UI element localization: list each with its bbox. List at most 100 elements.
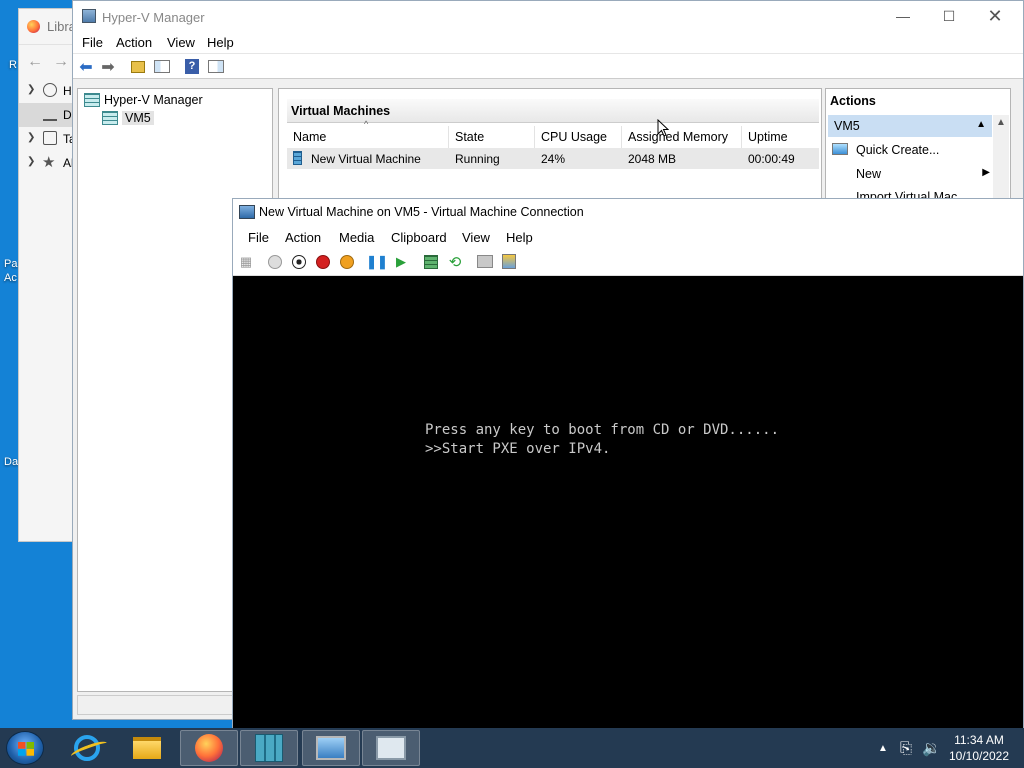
chevron-right-icon[interactable]: ❯ (27, 156, 35, 167)
menu-action[interactable]: Action (116, 35, 152, 50)
menu-file[interactable]: File (82, 35, 103, 50)
vm-state-cell: Running (455, 152, 500, 166)
turn-off-icon[interactable] (289, 252, 309, 271)
save-icon[interactable] (337, 252, 357, 271)
chevron-right-icon[interactable]: ❯ (27, 84, 35, 95)
close-button[interactable]: ✕ (972, 1, 1018, 31)
vm-connection-icon (316, 736, 346, 760)
library-item-label: D (63, 108, 72, 122)
vm-memory-cell: 2048 MB (628, 152, 677, 166)
hyperv-manager-icon (255, 734, 283, 762)
library-item-all-bookmarks[interactable]: ❯ ★ Al (19, 151, 79, 175)
taskbar-vm-connection[interactable] (302, 730, 360, 766)
vm-name-cell: New Virtual Machine (311, 152, 421, 166)
hyperv-manager-icon (84, 93, 100, 107)
hyperv-titlebar[interactable]: Hyper-V Manager — ☐ ✕ (73, 1, 1023, 31)
table-row[interactable]: New Virtual Machine Running 24% 2048 MB … (287, 148, 819, 169)
show-hidden-icons-button[interactable]: ▲ (878, 728, 888, 768)
help-icon[interactable]: ? (182, 57, 202, 76)
scroll-up-icon[interactable]: ▲ (996, 117, 1006, 128)
enhanced-session-icon[interactable] (475, 252, 495, 271)
tree-node-vm5[interactable]: VM5 (102, 109, 154, 127)
show-hide-action-pane-icon[interactable] (206, 57, 226, 76)
column-header-assigned-memory[interactable]: Assigned Memory (622, 126, 742, 148)
actions-title: Actions (830, 94, 876, 108)
clock-time: 11:34 AM (954, 733, 1004, 747)
library-titlebar[interactable]: Libra (19, 9, 77, 45)
desktop-label: R (9, 59, 17, 71)
collapse-icon[interactable]: ▲ (976, 119, 986, 130)
action-new[interactable]: New ▶ (828, 163, 992, 185)
start-icon[interactable] (265, 252, 285, 271)
forward-icon[interactable]: ➡ (98, 57, 118, 76)
firefox-icon (195, 734, 223, 762)
vm-connection-window[interactable]: New Virtual Machine on VM5 - Virtual Mac… (232, 198, 1024, 730)
taskbar-firefox[interactable] (180, 730, 238, 766)
quick-create-icon (832, 143, 848, 155)
actions-group-vm5[interactable]: VM5 ▲ (828, 115, 992, 137)
download-icon (43, 107, 57, 121)
console-line: >>Start PXE over IPv4. (425, 441, 611, 457)
maximize-button[interactable]: ☐ (926, 1, 972, 31)
revert-icon[interactable]: ⟲ (445, 252, 465, 271)
menu-help[interactable]: Help (506, 230, 533, 245)
checkpoint-icon[interactable] (421, 252, 441, 271)
taskbar-file-explorer[interactable] (118, 730, 176, 766)
shut-down-icon[interactable] (313, 252, 333, 271)
back-arrow-icon[interactable]: ← (27, 53, 43, 71)
up-folder-icon[interactable] (128, 57, 148, 76)
tree-node-hyperv-manager[interactable]: Hyper-V Manager (84, 91, 203, 109)
hyperv-app-icon (82, 9, 96, 23)
firefox-icon (27, 20, 40, 33)
menu-bar: File Action Media Clipboard View Help (233, 226, 1023, 249)
mouse-cursor-icon (657, 119, 669, 137)
menu-action[interactable]: Action (285, 230, 321, 245)
resume-icon[interactable]: ▶ (391, 252, 411, 271)
start-button[interactable] (6, 731, 44, 765)
console-line: Press any key to boot from CD or DVD....… (425, 422, 780, 438)
taskbar: ▲ ⎘ 🔉 11:34 AM 10/10/2022 (0, 728, 1024, 768)
action-label: Quick Create... (856, 143, 940, 157)
action-label: New (856, 167, 882, 181)
library-item-label: H (63, 84, 72, 98)
minimize-button[interactable]: — (880, 1, 926, 31)
windows-logo-icon (18, 742, 34, 756)
column-header-state[interactable]: State (449, 126, 535, 148)
system-clock[interactable]: 11:34 AM 10/10/2022 (944, 732, 1014, 764)
menu-file[interactable]: File (248, 230, 269, 245)
library-item-tags[interactable]: ❯ Ta (19, 127, 79, 151)
vm-cpu-cell: 24% (541, 152, 566, 166)
back-icon[interactable]: ⬅ (76, 57, 96, 76)
vmc-titlebar[interactable]: New Virtual Machine on VM5 - Virtual Mac… (233, 199, 1023, 226)
library-item-history[interactable]: ❯ H (19, 79, 79, 103)
actions-group-label: VM5 (834, 119, 860, 133)
library-item-downloads[interactable]: D (19, 103, 79, 127)
forward-arrow-icon[interactable]: → (53, 53, 69, 71)
action-quick-create[interactable]: Quick Create... (828, 139, 992, 161)
tag-icon (43, 131, 57, 145)
menu-view[interactable]: View (462, 230, 490, 245)
ctrl-alt-del-icon[interactable]: ▦ (236, 252, 256, 271)
network-icon[interactable]: ⎘ (900, 728, 912, 768)
server-icon (102, 111, 118, 125)
column-header-uptime[interactable]: Uptime (742, 126, 819, 148)
star-icon: ★ (42, 154, 56, 171)
vm-uptime-cell: 00:00:49 (748, 152, 795, 166)
column-header-name[interactable]: Name (287, 126, 449, 148)
volume-icon[interactable]: 🔉 (922, 728, 941, 768)
chevron-right-icon[interactable]: ❯ (27, 132, 35, 143)
pause-icon[interactable]: ❚❚ (366, 252, 388, 271)
vm-console-screen[interactable]: Press any key to boot from CD or DVD....… (233, 276, 1023, 730)
library-window[interactable]: Libra ← → ❯ H D ❯ Ta ❯ ★ Al (18, 8, 79, 542)
show-hide-tree-icon[interactable] (152, 57, 172, 76)
menu-media[interactable]: Media (339, 230, 374, 245)
library-nav: ← → (19, 45, 77, 81)
taskbar-hyperv-manager[interactable] (240, 730, 298, 766)
share-icon[interactable] (499, 252, 519, 271)
menu-clipboard[interactable]: Clipboard (391, 230, 447, 245)
menu-view[interactable]: View (167, 35, 195, 50)
column-header-cpu-usage[interactable]: CPU Usage (535, 126, 622, 148)
taskbar-performance-monitor[interactable] (362, 730, 420, 766)
taskbar-internet-explorer[interactable] (58, 730, 116, 766)
menu-help[interactable]: Help (207, 35, 234, 50)
